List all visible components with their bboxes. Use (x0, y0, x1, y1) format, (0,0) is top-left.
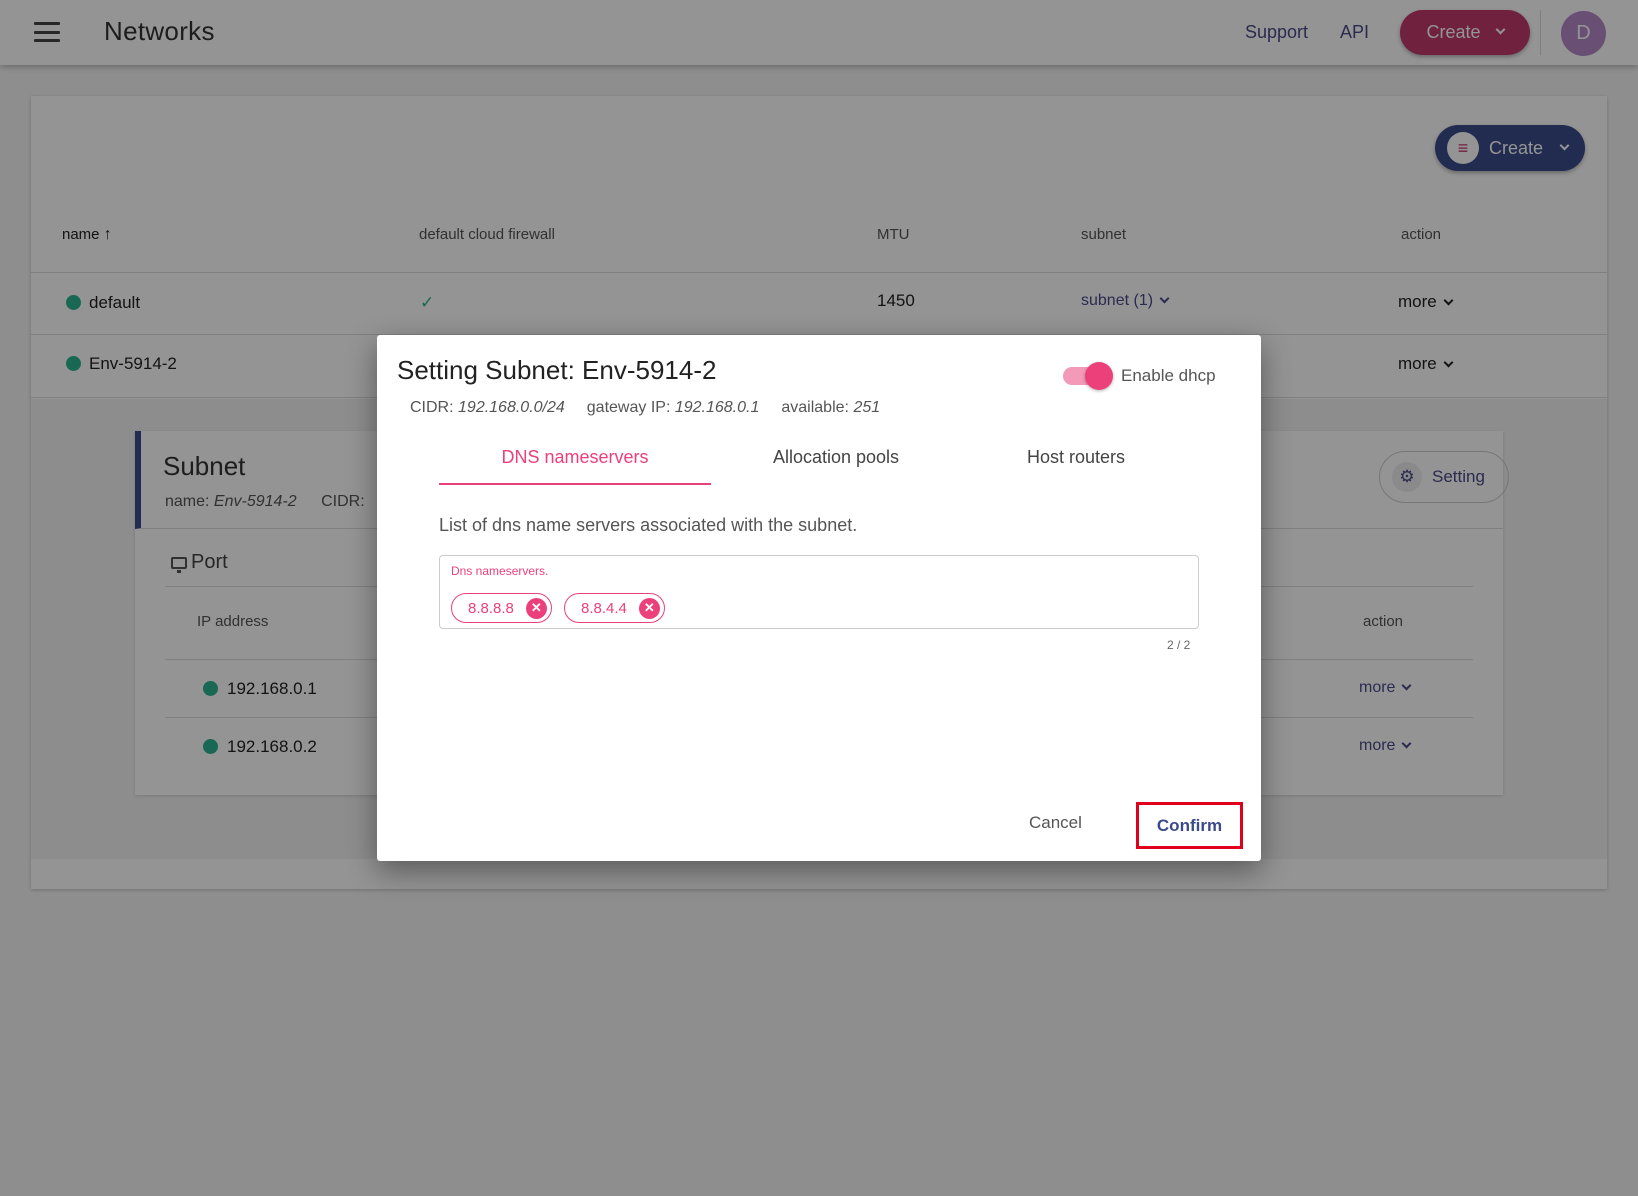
dns-chip-label: 8.8.8.8 (468, 599, 514, 617)
gateway-label: gateway IP: (586, 399, 671, 416)
available-label: available: (781, 399, 849, 416)
gateway-value: 192.168.0.1 (674, 399, 760, 416)
dns-field-label: Dns nameservers. (451, 564, 549, 578)
dns-chip: 8.8.4.4 ✕ (564, 593, 665, 623)
remove-chip-icon[interactable]: ✕ (638, 597, 660, 619)
tab-host-routers[interactable]: Host routers (961, 447, 1191, 487)
dhcp-toggle[interactable] (1063, 362, 1113, 390)
dialog-title: Setting Subnet: Env-5914-2 (397, 355, 717, 385)
tab-description: List of dns name servers associated with… (439, 515, 858, 535)
subnet-setting-dialog: Setting Subnet: Env-5914-2 Enable dhcp C… (377, 335, 1261, 861)
toggle-knob (1085, 362, 1113, 390)
dhcp-toggle-label: Enable dhcp (1121, 366, 1216, 385)
remove-chip-icon[interactable]: ✕ (525, 597, 547, 619)
gateway-info: gateway IP: 192.168.0.1 (587, 399, 760, 417)
cidr-value: 192.168.0.0/24 (458, 399, 565, 416)
cidr-label: CIDR: (410, 399, 454, 416)
dns-nameservers-input[interactable]: Dns nameservers. 8.8.8.8 ✕ 8.8.4.4 ✕ (439, 555, 1199, 629)
confirm-button[interactable]: Confirm (1136, 802, 1243, 849)
tab-dns-nameservers[interactable]: DNS nameservers (439, 447, 711, 487)
tab-allocation-pools[interactable]: Allocation pools (711, 447, 961, 487)
available-value: 251 (853, 399, 881, 416)
dns-chip: 8.8.8.8 ✕ (451, 593, 552, 623)
cidr-info: CIDR: 192.168.0.0/24 (410, 399, 565, 417)
dialog-meta: CIDR: 192.168.0.0/24 gateway IP: 192.168… (410, 399, 880, 417)
chip-counter: 2 / 2 (1167, 638, 1191, 652)
active-tab-indicator (439, 483, 711, 485)
cancel-button[interactable]: Cancel (1029, 813, 1082, 833)
available-info: available: 251 (781, 399, 880, 417)
dns-chip-label: 8.8.4.4 (581, 599, 627, 617)
